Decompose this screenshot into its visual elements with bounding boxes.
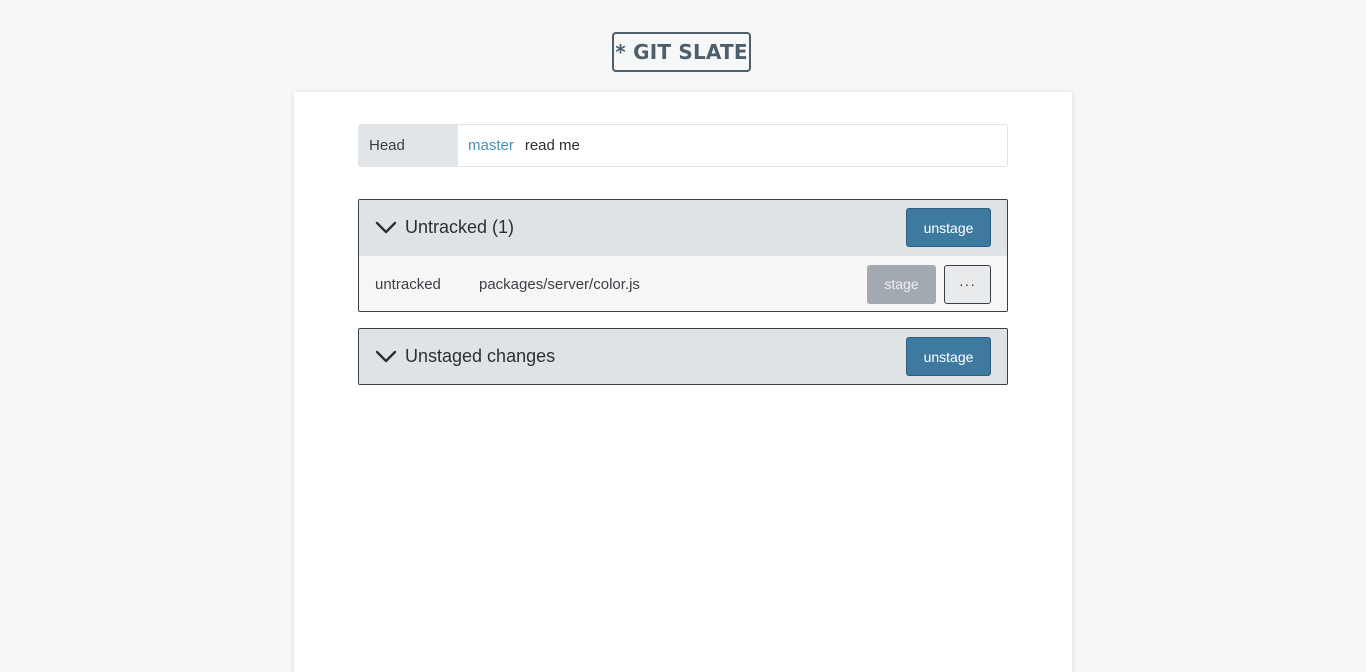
head-label: Head (359, 125, 458, 166)
unstage-all-changes-button[interactable]: unstage (906, 337, 991, 376)
app-logo: * GIT SLATE (612, 32, 751, 72)
branch-name[interactable]: master (468, 137, 514, 154)
main-panel: Head master read me Untracked (1) unstag… (294, 92, 1072, 672)
unstaged-section-header[interactable]: Unstaged changes unstage (359, 329, 1007, 384)
untracked-section-header[interactable]: Untracked (1) unstage (359, 200, 1007, 255)
chevron-down-icon[interactable] (375, 350, 397, 364)
head-value: master read me (458, 125, 1007, 166)
head-info-row: Head master read me (358, 124, 1008, 167)
commit-message: read me (524, 137, 580, 154)
unstage-all-untracked-button[interactable]: unstage (906, 208, 991, 247)
untracked-section: Untracked (1) unstage untracked packages… (358, 199, 1008, 312)
untracked-section-title: Untracked (1) (405, 217, 515, 237)
stage-file-button[interactable]: stage (867, 264, 936, 304)
ellipsis-icon[interactable]: ··· (944, 264, 991, 304)
file-row: untracked packages/server/color.js stage… (359, 255, 1007, 311)
unstaged-section-title: Unstaged changes (405, 346, 556, 366)
file-status: untracked (375, 275, 441, 293)
unstaged-section: Unstaged changes unstage (358, 328, 1008, 385)
file-path[interactable]: packages/server/color.js (479, 276, 867, 293)
chevron-down-icon[interactable] (375, 221, 397, 235)
